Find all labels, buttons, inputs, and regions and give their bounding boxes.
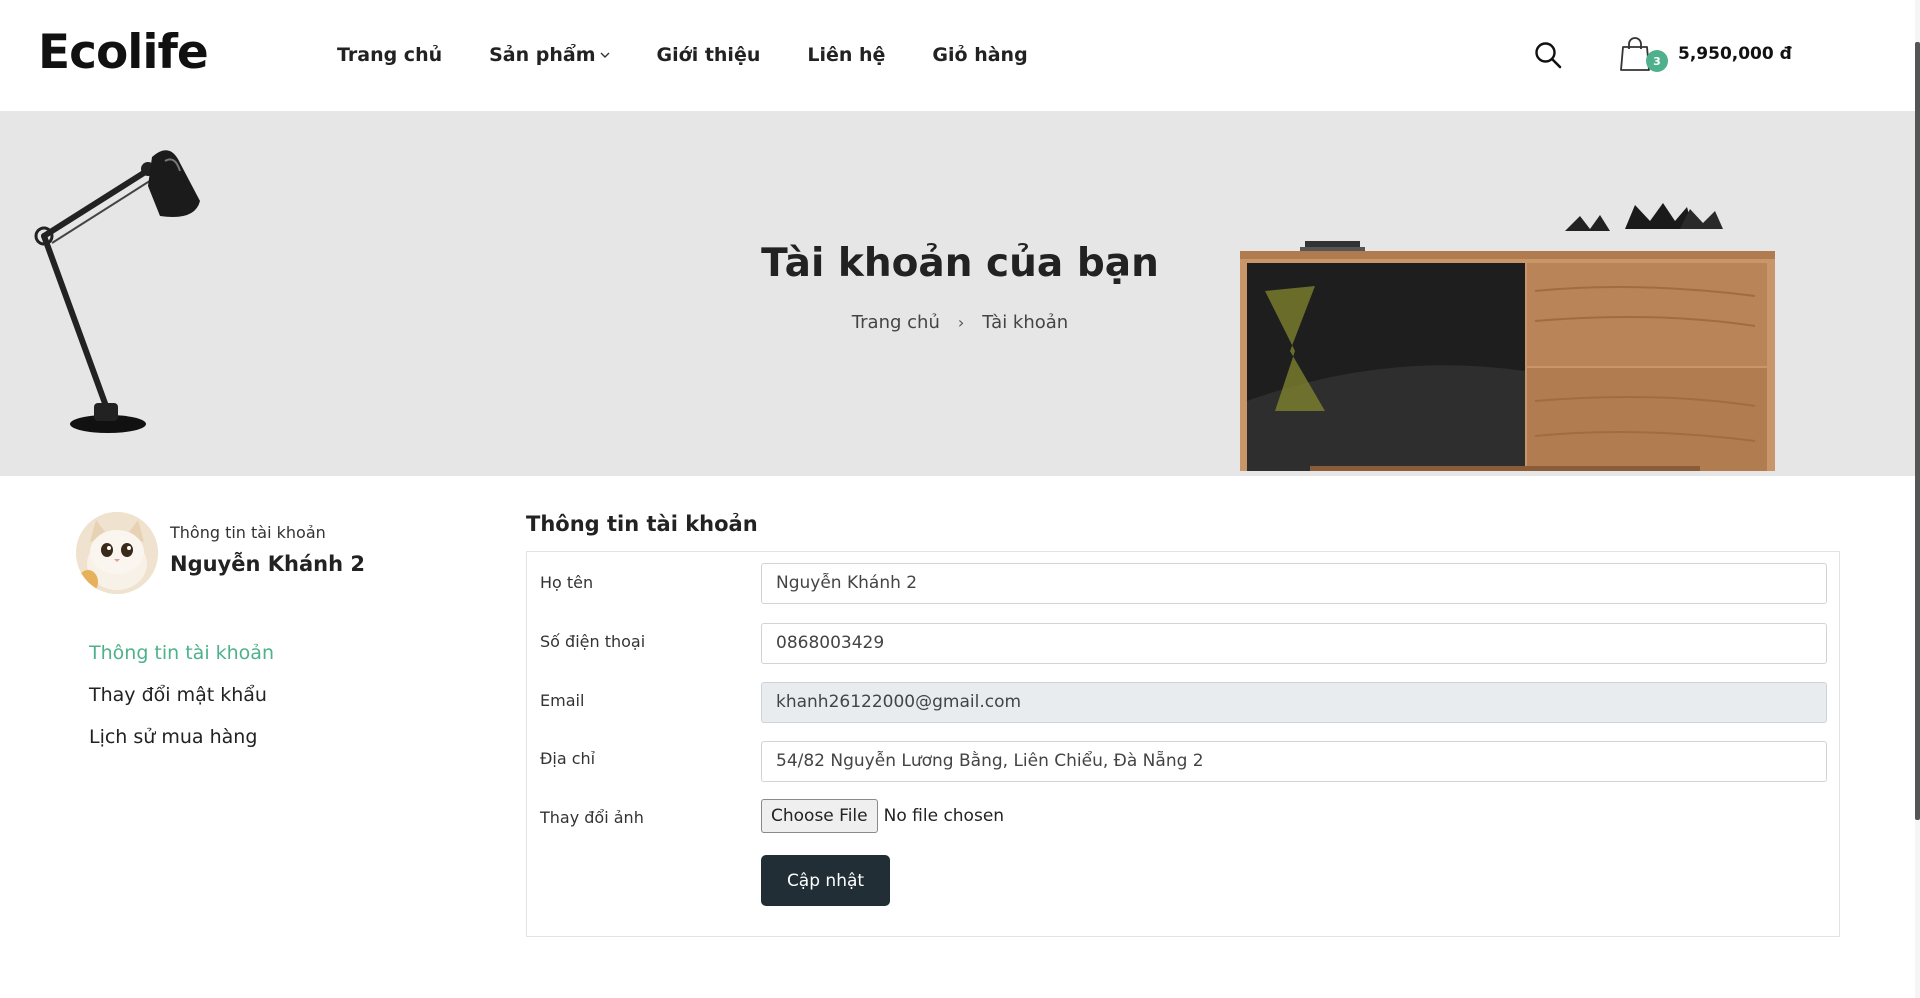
account-menu: Thông tin tài khoản Thay đổi mật khẩu Lị… bbox=[89, 638, 274, 764]
mini-cart[interactable]: 3 5,950,000 đ bbox=[1620, 34, 1792, 74]
nav-products-label: Sản phẩm bbox=[489, 44, 596, 66]
chevron-right-icon: › bbox=[957, 313, 965, 332]
nav-cart-label: Giỏ hàng bbox=[932, 44, 1028, 66]
menu-change-password[interactable]: Thay đổi mật khẩu bbox=[89, 680, 274, 722]
update-button[interactable]: Cập nhật bbox=[761, 855, 890, 906]
phone-input[interactable]: 0868003429 bbox=[761, 623, 1827, 664]
photo-label: Thay đổi ảnh bbox=[540, 808, 644, 827]
nav-products[interactable]: Sản phẩm bbox=[489, 44, 610, 66]
email-label: Email bbox=[540, 691, 585, 710]
search-icon bbox=[1535, 42, 1562, 69]
menu-account-info[interactable]: Thông tin tài khoản bbox=[89, 638, 274, 680]
breadcrumb-current: Tài khoản bbox=[982, 312, 1069, 333]
menu-order-history[interactable]: Lịch sử mua hàng bbox=[89, 722, 274, 764]
nav-home-label: Trang chủ bbox=[337, 44, 443, 66]
address-label: Địa chỉ bbox=[540, 749, 596, 768]
scrollbar-thumb[interactable] bbox=[1915, 42, 1920, 820]
account-name: Nguyễn Khánh 2 bbox=[170, 552, 365, 576]
file-status: No file chosen bbox=[883, 806, 1005, 826]
nav-contact-label: Liên hệ bbox=[807, 44, 886, 66]
desk-lamp-image bbox=[34, 150, 200, 433]
site-header: Ecolife Trang chủ Sản phẩm Giới thiệu Li… bbox=[0, 0, 1920, 111]
shopping-bag-icon: 3 bbox=[1620, 36, 1668, 72]
nav-contact[interactable]: Liên hệ bbox=[807, 44, 885, 66]
choose-file-button[interactable]: Choose File bbox=[761, 799, 878, 833]
photo-file-input: Choose File No file chosen bbox=[761, 799, 1004, 833]
fullname-label: Họ tên bbox=[540, 573, 594, 592]
chevron-down-icon bbox=[600, 52, 610, 58]
cart-count-badge: 3 bbox=[1646, 50, 1668, 72]
site-logo[interactable]: Ecolife bbox=[38, 24, 209, 82]
main-nav: Trang chủ Sản phẩm Giới thiệu Liên hệ Gi… bbox=[337, 40, 1075, 70]
nav-cart[interactable]: Giỏ hàng bbox=[932, 44, 1027, 66]
page-banner: Tài khoản của bạn Trang chủ › Tài khoản bbox=[0, 111, 1920, 476]
breadcrumb-home-link[interactable]: Trang chủ bbox=[852, 312, 940, 333]
sideboard-image bbox=[1240, 203, 1775, 471]
form-title: Thông tin tài khoản bbox=[526, 512, 758, 536]
nav-about[interactable]: Giới thiệu bbox=[657, 44, 761, 66]
phone-label: Số điện thoại bbox=[540, 632, 646, 651]
account-subtitle: Thông tin tài khoản bbox=[170, 523, 326, 542]
nav-about-label: Giới thiệu bbox=[656, 44, 761, 66]
search-button[interactable] bbox=[1533, 40, 1563, 70]
fullname-input[interactable]: Nguyễn Khánh 2 bbox=[761, 563, 1827, 604]
cart-total: 5,950,000 đ bbox=[1678, 44, 1792, 64]
nav-home[interactable]: Trang chủ bbox=[337, 44, 442, 66]
email-input: khanh26122000@gmail.com bbox=[761, 682, 1827, 723]
account-form: Họ tên Nguyễn Khánh 2 Số điện thoại 0868… bbox=[526, 551, 1840, 937]
address-input[interactable]: 54/82 Nguyễn Lương Bằng, Liên Chiểu, Đà … bbox=[761, 741, 1827, 782]
avatar bbox=[76, 512, 158, 594]
